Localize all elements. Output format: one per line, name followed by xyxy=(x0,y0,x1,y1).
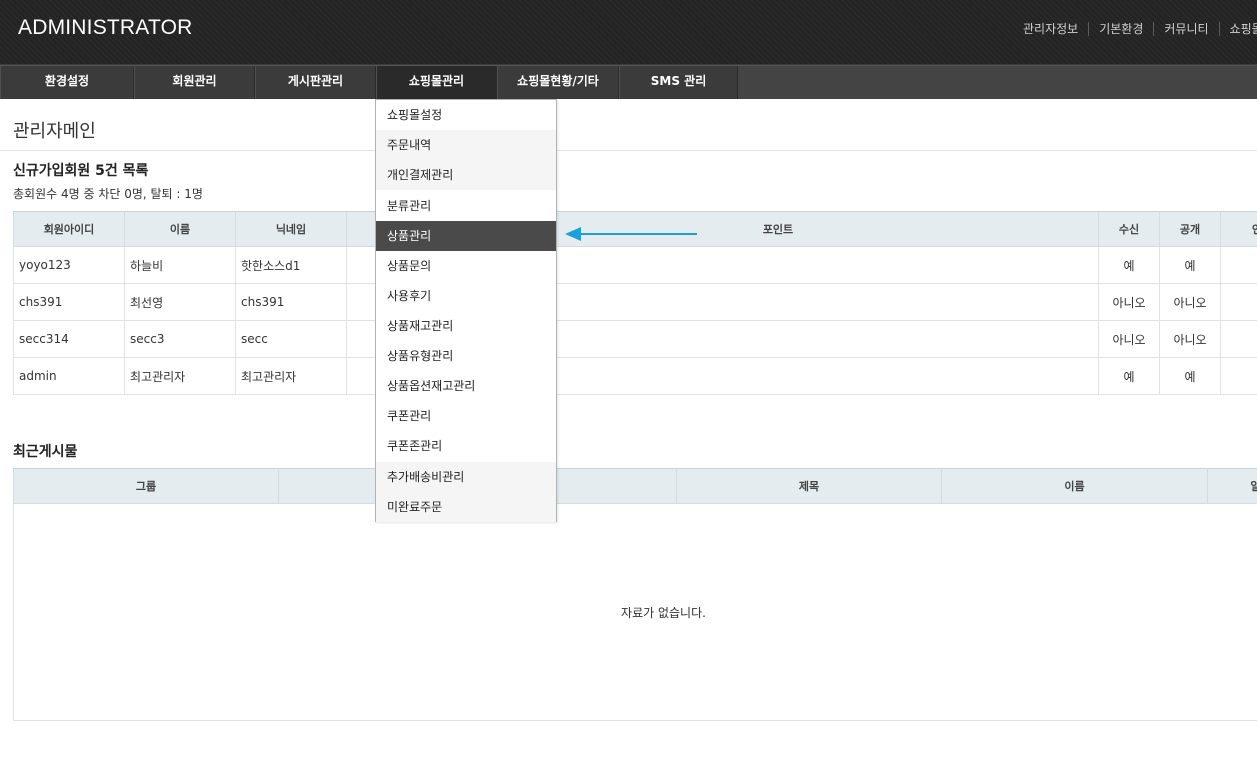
member-auth: 예 xyxy=(1220,357,1257,395)
menu-item-product-qa[interactable]: 상품문의 xyxy=(376,251,556,281)
member-nick: chs391 xyxy=(235,283,347,321)
member-public: 아니오 xyxy=(1159,283,1221,321)
menu-item-products[interactable]: 상품관리 xyxy=(376,221,556,251)
nav-item-sms[interactable]: SMS 관리 xyxy=(619,66,738,99)
menu-item-personal-payment[interactable]: 개인결제관리 xyxy=(376,160,556,190)
link-shoppingmall[interactable]: 쇼핑몰 xyxy=(1218,22,1257,36)
member-auth: 예 xyxy=(1220,246,1257,284)
member-name: 하늘비 xyxy=(124,246,236,284)
member-nick: 핫한소스d1 xyxy=(235,246,347,284)
recent-posts-title: 최근게시물 xyxy=(13,444,78,460)
col-auth: 인증 xyxy=(1220,211,1257,247)
nav-item-shop-status[interactable]: 쇼핑몰현황/기타 xyxy=(497,66,619,99)
col-member-id: 회원아이디 xyxy=(13,211,125,247)
member-receive: 아니오 xyxy=(1098,320,1160,358)
menu-item-categories[interactable]: 분류관리 xyxy=(376,191,556,221)
table-row: admin 최고관리자 최고관리자 예 예 예 xyxy=(13,357,1257,395)
menu-item-coupons[interactable]: 쿠폰관리 xyxy=(376,401,556,431)
nav-item-boards[interactable]: 게시판관리 xyxy=(255,66,376,99)
col-name: 이름 xyxy=(124,211,236,247)
member-name: 최고관리자 xyxy=(124,357,236,395)
member-nick: secc xyxy=(235,320,347,358)
table-row: secc314 secc3 secc 아니오 아니오 예 xyxy=(13,320,1257,358)
menu-item-product-types[interactable]: 상품유형관리 xyxy=(376,341,556,371)
member-public: 예 xyxy=(1159,246,1221,284)
member-name: secc3 xyxy=(124,320,236,358)
admin-logo[interactable]: ADMINISTRATOR xyxy=(18,16,193,40)
nav-item-settings[interactable]: 환경설정 xyxy=(0,66,134,99)
shop-dropdown-menu: 쇼핑몰설정 주문내역 개인결제관리 분류관리 상품관리 상품문의 사용후기 상품… xyxy=(375,99,557,522)
member-summary: 총회원수 4명 중 차단 0명, 탈퇴 : 1명 xyxy=(13,187,203,201)
top-links: 관리자정보 기본환경 커뮤니티 쇼핑몰 xyxy=(1013,20,1257,38)
col-group: 그룹 xyxy=(13,468,279,504)
member-receive: 예 xyxy=(1098,357,1160,395)
member-receive: 아니오 xyxy=(1098,283,1160,321)
col-nickname: 닉네임 xyxy=(235,211,347,247)
nav-item-shop[interactable]: 쇼핑몰관리 xyxy=(376,66,497,99)
title-divider xyxy=(0,150,1257,151)
member-id[interactable]: admin xyxy=(13,357,125,395)
col-subject: 제목 xyxy=(676,468,942,504)
menu-item-orders[interactable]: 주문내역 xyxy=(376,130,556,160)
member-nick: 최고관리자 xyxy=(235,357,347,395)
table-row: yoyo123 하늘비 핫한소스d1 예 예 예 xyxy=(13,246,1257,284)
empty-message: 자료가 없습니다. xyxy=(13,503,1257,721)
member-id[interactable]: secc314 xyxy=(13,320,125,358)
member-auth: 예 xyxy=(1220,320,1257,358)
link-basic-settings[interactable]: 기본환경 xyxy=(1088,22,1153,36)
link-community[interactable]: 커뮤니티 xyxy=(1153,22,1218,36)
page-title: 관리자메인 xyxy=(13,121,96,141)
top-header: ADMINISTRATOR 관리자정보 기본환경 커뮤니티 쇼핑몰 xyxy=(0,0,1257,65)
col-receive: 수신 xyxy=(1098,211,1160,247)
menu-item-shop-settings[interactable]: 쇼핑몰설정 xyxy=(376,100,556,130)
menu-item-stock[interactable]: 상품재고관리 xyxy=(376,311,556,341)
member-public: 예 xyxy=(1159,357,1221,395)
col-public: 공개 xyxy=(1159,211,1221,247)
nav-item-members[interactable]: 회원관리 xyxy=(134,66,255,99)
table-row: chs391 최선영 chs391 아니오 아니오 예 xyxy=(13,283,1257,321)
pointer-arrow-icon xyxy=(565,227,697,241)
board-header-row: 그룹 게시판 제목 이름 일시 xyxy=(13,468,1257,504)
col-writer: 이름 xyxy=(941,468,1208,504)
member-receive: 예 xyxy=(1098,246,1160,284)
menu-item-reviews[interactable]: 사용후기 xyxy=(376,281,556,311)
member-auth: 예 xyxy=(1220,283,1257,321)
col-datetime: 일시 xyxy=(1207,468,1257,504)
empty-row: 자료가 없습니다. xyxy=(13,503,1257,721)
main-nav: 환경설정 회원관리 게시판관리 쇼핑몰관리 쇼핑몰현황/기타 SMS 관리 xyxy=(0,65,1257,99)
member-id[interactable]: chs391 xyxy=(13,283,125,321)
member-name: 최선영 xyxy=(124,283,236,321)
new-members-title: 신규가입회원 5건 목록 xyxy=(13,163,149,179)
recent-posts-table: 그룹 게시판 제목 이름 일시 자료가 없습니다. xyxy=(13,468,1257,721)
menu-item-option-stock[interactable]: 상품옵션재고관리 xyxy=(376,371,556,401)
member-public: 아니오 xyxy=(1159,320,1221,358)
link-admin-info[interactable]: 관리자정보 xyxy=(1013,22,1088,36)
member-id[interactable]: yoyo123 xyxy=(13,246,125,284)
menu-item-coupon-zone[interactable]: 쿠폰존관리 xyxy=(376,431,556,461)
menu-item-extra-shipping[interactable]: 추가배송비관리 xyxy=(376,462,556,492)
menu-item-incomplete-orders[interactable]: 미완료주문 xyxy=(376,492,556,522)
